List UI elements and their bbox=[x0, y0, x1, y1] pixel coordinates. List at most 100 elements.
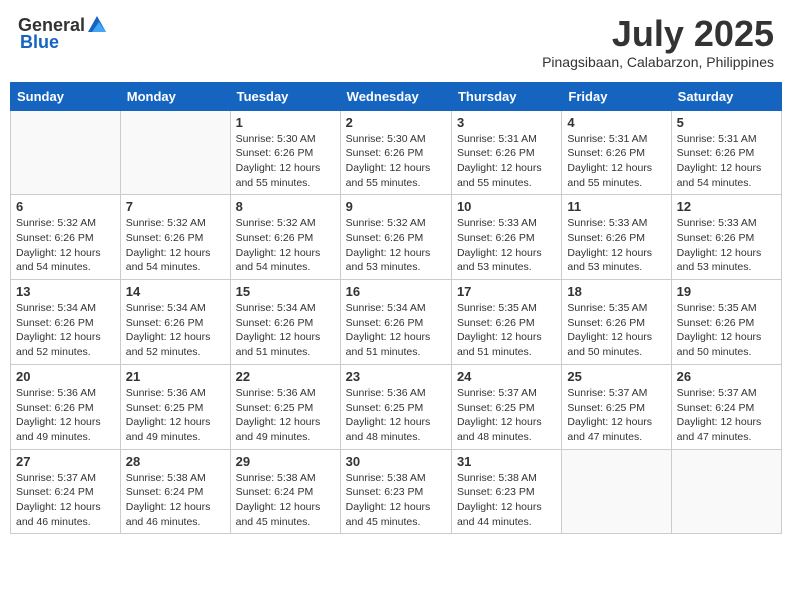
calendar-cell: 28 Sunrise: 5:38 AM Sunset: 6:24 PM Dayli… bbox=[120, 449, 230, 534]
calendar-cell: 25 Sunrise: 5:37 AM Sunset: 6:25 PM Dayli… bbox=[562, 364, 671, 449]
day-info: Sunrise: 5:38 AM Sunset: 6:24 PM Dayligh… bbox=[236, 471, 335, 530]
weekday-header-sunday: Sunday bbox=[11, 82, 121, 110]
logo-blue-text: Blue bbox=[18, 32, 59, 53]
calendar-header-row: SundayMondayTuesdayWednesdayThursdayFrid… bbox=[11, 82, 782, 110]
calendar-cell: 8Sunrise: 5:32 AM Sunset: 6:26 PM Daylig… bbox=[230, 195, 340, 280]
day-number: 15 bbox=[236, 284, 335, 299]
day-number: 31 bbox=[457, 454, 556, 469]
calendar-cell: 4Sunrise: 5:31 AM Sunset: 6:26 PM Daylig… bbox=[562, 110, 671, 195]
day-info: Sunrise: 5:36 AM Sunset: 6:25 PM Dayligh… bbox=[346, 386, 446, 445]
calendar-cell: 2 Sunrise: 5:30 AM Sunset: 6:26 PM Daylig… bbox=[340, 110, 451, 195]
day-number: 28 bbox=[126, 454, 225, 469]
calendar-week-row: 6 Sunrise: 5:32 AM Sunset: 6:26 PM Daylig… bbox=[11, 195, 782, 280]
location-title: Pinagsibaan, Calabarzon, Philippines bbox=[542, 54, 774, 70]
day-info: Sunrise: 5:32 AM Sunset: 6:26 PM Dayligh… bbox=[126, 216, 225, 275]
calendar-cell bbox=[11, 110, 121, 195]
day-info: Sunrise: 5:36 AM Sunset: 6:25 PM Dayligh… bbox=[236, 386, 335, 445]
day-info: Sunrise: 5:34 AM Sunset: 6:26 PM Dayligh… bbox=[16, 301, 115, 360]
calendar-cell: 6Sunrise: 5:32 AM Sunset: 6:26 PM Daylig… bbox=[11, 195, 121, 280]
calendar: SundayMondayTuesdayWednesdayThursdayFrid… bbox=[10, 82, 782, 535]
day-info: Sunrise: 5:33 AM Sunset: 6:26 PM Dayligh… bbox=[567, 216, 665, 275]
calendar-week-row: 27 Sunrise: 5:37 AM Sunset: 6:24 PM Dayli… bbox=[11, 449, 782, 534]
page-header: General Blue July 2025 Pinagsibaan, Cala… bbox=[10, 10, 782, 74]
calendar-cell bbox=[671, 449, 781, 534]
calendar-cell: 14 Sunrise: 5:34 AM Sunset: 6:26 PM Dayli… bbox=[120, 280, 230, 365]
day-number: 16 bbox=[346, 284, 446, 299]
calendar-cell: 17 Sunrise: 5:35 AM Sunset: 6:26 PM Dayli… bbox=[451, 280, 561, 365]
day-number: 23 bbox=[346, 369, 446, 384]
calendar-cell: 24 Sunrise: 5:37 AM Sunset: 6:25 PM Dayli… bbox=[451, 364, 561, 449]
day-number: 17 bbox=[457, 284, 556, 299]
day-number: 2 bbox=[346, 115, 446, 130]
day-info: Sunrise: 5:31 AM Sunset: 6:26 PM Dayligh… bbox=[457, 132, 556, 191]
calendar-cell: 3Sunrise: 5:31 AM Sunset: 6:26 PM Daylig… bbox=[451, 110, 561, 195]
calendar-cell: 16 Sunrise: 5:34 AM Sunset: 6:26 PM Dayli… bbox=[340, 280, 451, 365]
weekday-header-thursday: Thursday bbox=[451, 82, 561, 110]
calendar-cell: 21 Sunrise: 5:36 AM Sunset: 6:25 PM Dayli… bbox=[120, 364, 230, 449]
day-info: Sunrise: 5:33 AM Sunset: 6:26 PM Dayligh… bbox=[677, 216, 776, 275]
calendar-cell bbox=[562, 449, 671, 534]
calendar-cell: 9Sunrise: 5:32 AM Sunset: 6:26 PM Daylig… bbox=[340, 195, 451, 280]
day-number: 27 bbox=[16, 454, 115, 469]
calendar-cell: 18 Sunrise: 5:35 AM Sunset: 6:26 PM Dayli… bbox=[562, 280, 671, 365]
day-number: 12 bbox=[677, 199, 776, 214]
day-number: 22 bbox=[236, 369, 335, 384]
calendar-cell: 7 Sunrise: 5:32 AM Sunset: 6:26 PM Daylig… bbox=[120, 195, 230, 280]
day-number: 7 bbox=[126, 199, 225, 214]
day-number: 20 bbox=[16, 369, 115, 384]
day-info: Sunrise: 5:34 AM Sunset: 6:26 PM Dayligh… bbox=[346, 301, 446, 360]
day-info: Sunrise: 5:33 AM Sunset: 6:26 PM Dayligh… bbox=[457, 216, 556, 275]
day-number: 10 bbox=[457, 199, 556, 214]
day-number: 13 bbox=[16, 284, 115, 299]
calendar-cell: 20Sunrise: 5:36 AM Sunset: 6:26 PM Dayli… bbox=[11, 364, 121, 449]
day-number: 14 bbox=[126, 284, 225, 299]
weekday-header-friday: Friday bbox=[562, 82, 671, 110]
day-info: Sunrise: 5:38 AM Sunset: 6:23 PM Dayligh… bbox=[346, 471, 446, 530]
day-info: Sunrise: 5:34 AM Sunset: 6:26 PM Dayligh… bbox=[126, 301, 225, 360]
day-number: 1 bbox=[236, 115, 335, 130]
day-info: Sunrise: 5:38 AM Sunset: 6:23 PM Dayligh… bbox=[457, 471, 556, 530]
day-info: Sunrise: 5:37 AM Sunset: 6:24 PM Dayligh… bbox=[677, 386, 776, 445]
calendar-week-row: 1 Sunrise: 5:30 AM Sunset: 6:26 PM Daylig… bbox=[11, 110, 782, 195]
day-info: Sunrise: 5:35 AM Sunset: 6:26 PM Dayligh… bbox=[677, 301, 776, 360]
calendar-cell: 1 Sunrise: 5:30 AM Sunset: 6:26 PM Daylig… bbox=[230, 110, 340, 195]
day-number: 24 bbox=[457, 369, 556, 384]
day-info: Sunrise: 5:30 AM Sunset: 6:26 PM Dayligh… bbox=[236, 132, 335, 191]
title-block: July 2025 Pinagsibaan, Calabarzon, Phili… bbox=[542, 14, 774, 70]
day-info: Sunrise: 5:38 AM Sunset: 6:24 PM Dayligh… bbox=[126, 471, 225, 530]
day-info: Sunrise: 5:37 AM Sunset: 6:25 PM Dayligh… bbox=[567, 386, 665, 445]
day-info: Sunrise: 5:37 AM Sunset: 6:24 PM Dayligh… bbox=[16, 471, 115, 530]
day-info: Sunrise: 5:35 AM Sunset: 6:26 PM Dayligh… bbox=[457, 301, 556, 360]
weekday-header-monday: Monday bbox=[120, 82, 230, 110]
logo: General Blue bbox=[18, 14, 109, 53]
day-number: 26 bbox=[677, 369, 776, 384]
calendar-cell: 29 Sunrise: 5:38 AM Sunset: 6:24 PM Dayli… bbox=[230, 449, 340, 534]
day-info: Sunrise: 5:37 AM Sunset: 6:25 PM Dayligh… bbox=[457, 386, 556, 445]
day-number: 30 bbox=[346, 454, 446, 469]
day-number: 25 bbox=[567, 369, 665, 384]
day-number: 11 bbox=[567, 199, 665, 214]
month-title: July 2025 bbox=[542, 14, 774, 54]
day-number: 29 bbox=[236, 454, 335, 469]
day-number: 6 bbox=[16, 199, 115, 214]
calendar-week-row: 20Sunrise: 5:36 AM Sunset: 6:26 PM Dayli… bbox=[11, 364, 782, 449]
day-info: Sunrise: 5:36 AM Sunset: 6:25 PM Dayligh… bbox=[126, 386, 225, 445]
weekday-header-saturday: Saturday bbox=[671, 82, 781, 110]
day-info: Sunrise: 5:32 AM Sunset: 6:26 PM Dayligh… bbox=[346, 216, 446, 275]
day-number: 18 bbox=[567, 284, 665, 299]
day-number: 5 bbox=[677, 115, 776, 130]
day-number: 21 bbox=[126, 369, 225, 384]
day-info: Sunrise: 5:30 AM Sunset: 6:26 PM Dayligh… bbox=[346, 132, 446, 191]
calendar-cell: 19 Sunrise: 5:35 AM Sunset: 6:26 PM Dayli… bbox=[671, 280, 781, 365]
calendar-week-row: 13 Sunrise: 5:34 AM Sunset: 6:26 PM Dayli… bbox=[11, 280, 782, 365]
weekday-header-wednesday: Wednesday bbox=[340, 82, 451, 110]
day-number: 4 bbox=[567, 115, 665, 130]
calendar-cell: 10 Sunrise: 5:33 AM Sunset: 6:26 PM Dayli… bbox=[451, 195, 561, 280]
calendar-cell: 26 Sunrise: 5:37 AM Sunset: 6:24 PM Dayli… bbox=[671, 364, 781, 449]
day-number: 19 bbox=[677, 284, 776, 299]
day-info: Sunrise: 5:35 AM Sunset: 6:26 PM Dayligh… bbox=[567, 301, 665, 360]
weekday-header-tuesday: Tuesday bbox=[230, 82, 340, 110]
calendar-cell: 5Sunrise: 5:31 AM Sunset: 6:26 PM Daylig… bbox=[671, 110, 781, 195]
calendar-cell: 13 Sunrise: 5:34 AM Sunset: 6:26 PM Dayli… bbox=[11, 280, 121, 365]
day-info: Sunrise: 5:34 AM Sunset: 6:26 PM Dayligh… bbox=[236, 301, 335, 360]
